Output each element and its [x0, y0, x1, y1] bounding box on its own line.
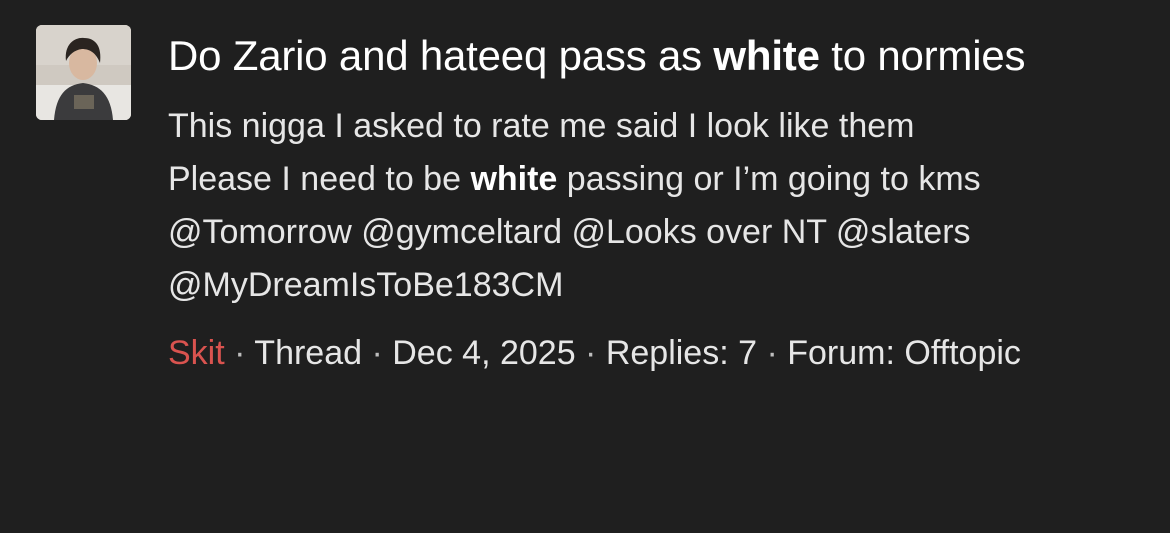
meta-separator: ·: [362, 334, 393, 372]
post-date: Dec 4, 2025: [392, 334, 576, 372]
thread-title[interactable]: Do Zario and hateeq pass as white to nor…: [168, 24, 1148, 88]
author-link[interactable]: Skit: [168, 334, 225, 372]
thread-snippet: This nigga I asked to rate me said I loo…: [168, 100, 1148, 312]
result-meta: Skit · Thread · Dec 4, 2025 · Replies: 7…: [168, 326, 1148, 380]
title-text[interactable]: Do Zario and hateeq pass as: [168, 32, 713, 79]
title-text-end[interactable]: to normies: [820, 32, 1025, 79]
search-result: Do Zario and hateeq pass as white to nor…: [0, 0, 1170, 533]
user-avatar[interactable]: [36, 25, 131, 120]
user-avatar-photo-icon: [36, 25, 131, 120]
snippet-text: passing or I’m going to kms: [557, 160, 981, 198]
snippet-text: Please I need to be: [168, 160, 471, 198]
snippet-line: This nigga I asked to rate me said I loo…: [168, 107, 915, 145]
meta-separator: ·: [575, 334, 606, 372]
meta-separator: ·: [757, 334, 788, 372]
reply-count: Replies: 7: [605, 334, 758, 372]
snippet-mentions: @Tomorrow @gymceltard @Looks over NT @sl…: [168, 213, 971, 304]
forum-link[interactable]: Forum: Offtopic: [787, 334, 1021, 372]
result-content: Do Zario and hateeq pass as white to nor…: [168, 24, 1148, 380]
snippet-line: Please I need to be white passing or I’m…: [168, 153, 1148, 206]
meta-separator: ·: [224, 334, 255, 372]
snippet-highlight: white: [470, 160, 558, 198]
title-highlight[interactable]: white: [713, 32, 820, 79]
content-type: Thread: [254, 334, 363, 372]
